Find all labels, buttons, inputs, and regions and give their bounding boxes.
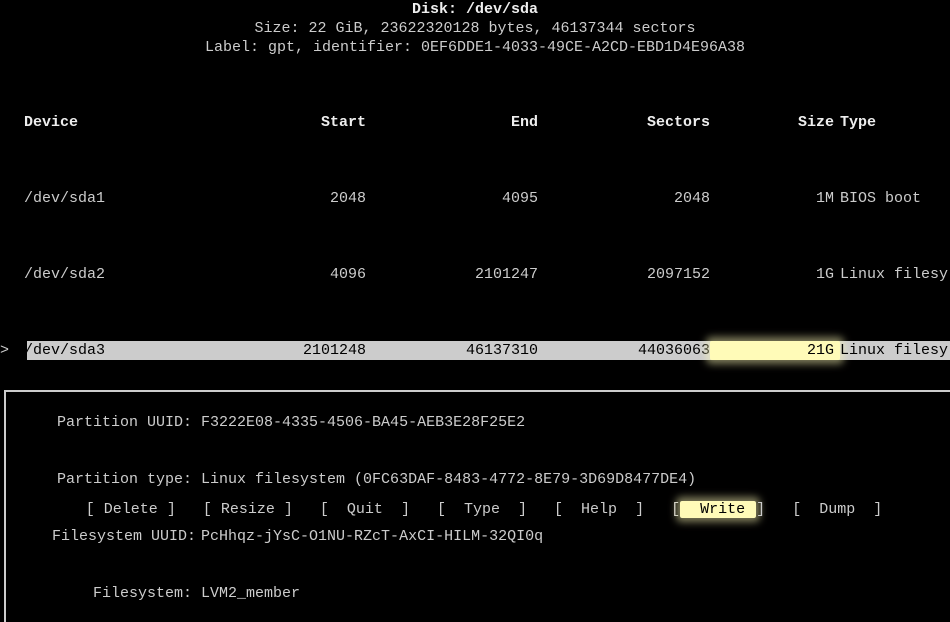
- menu-label: Write: [700, 501, 745, 518]
- table-header-row: Device Start End Sectors Size Type: [0, 113, 950, 132]
- menu-label: Dump: [819, 501, 855, 518]
- cell-size: 21G: [710, 341, 840, 360]
- disk-label-line: Label: gpt, identifier: 0EF6DDE1-4033-49…: [0, 38, 950, 57]
- cell-sectors: 2097152: [538, 265, 710, 284]
- info-label: Partition UUID:: [52, 413, 192, 432]
- menu-label: Resize: [221, 501, 275, 518]
- cell-start: 4096: [144, 265, 366, 284]
- cell-end: 4095: [366, 189, 538, 208]
- info-value: LVM2_member: [201, 585, 300, 602]
- col-sectors: Sectors: [538, 113, 710, 132]
- menu-help[interactable]: [ Help ]: [554, 501, 644, 518]
- info-label: Filesystem:: [52, 584, 192, 603]
- menu-label: Quit: [347, 501, 383, 518]
- cell-start: 2048: [144, 189, 366, 208]
- info-partition-uuid: Partition UUID: F3222E08-4335-4506-BA45-…: [6, 394, 950, 451]
- menu-write[interactable]: [ Write ]: [671, 501, 765, 518]
- col-end: End: [366, 113, 538, 132]
- info-value: F3222E08-4335-4506-BA45-AEB3E28F25E2: [201, 414, 525, 431]
- cell-start: 2101248: [144, 341, 366, 360]
- table-row[interactable]: /dev/sda1 2048 4095 2048 1M BIOS boot: [0, 189, 950, 208]
- cell-device: /dev/sda3: [4, 341, 144, 360]
- col-size: Size: [710, 113, 840, 132]
- disk-title: Disk: /dev/sda: [0, 0, 950, 19]
- menu-label: Delete: [104, 501, 158, 518]
- col-device: Device: [4, 113, 144, 132]
- cell-end: 46137310: [366, 341, 538, 360]
- cell-end: 2101247: [366, 265, 538, 284]
- cell-type: Linux filesy: [840, 265, 950, 284]
- cell-sectors: 44036063: [538, 341, 710, 360]
- action-menu: [ Delete ] [ Resize ] [ Quit ] [ Type ] …: [0, 481, 950, 519]
- partition-table: Device Start End Sectors Size Type /dev/…: [0, 75, 950, 379]
- disk-size-line: Size: 22 GiB, 23622320128 bytes, 4613734…: [0, 19, 950, 38]
- menu-quit[interactable]: [ Quit ]: [320, 501, 410, 518]
- cell-type: Linux filesy: [840, 341, 950, 360]
- info-value: PcHhqz-jYsC-O1NU-RZcT-AxCI-HILM-32QI0q: [201, 528, 543, 545]
- menu-type[interactable]: [ Type ]: [437, 501, 527, 518]
- menu-label: Help: [581, 501, 617, 518]
- menu-resize[interactable]: [ Resize ]: [203, 501, 293, 518]
- cell-size: 1G: [710, 265, 840, 284]
- table-row-selected[interactable]: /dev/sda3 2101248 46137310 44036063 21G …: [0, 341, 950, 360]
- col-start: Start: [144, 113, 366, 132]
- cell-sectors: 2048: [538, 189, 710, 208]
- cell-device: /dev/sda2: [4, 265, 144, 284]
- table-row[interactable]: /dev/sda2 4096 2101247 2097152 1G Linux …: [0, 265, 950, 284]
- info-label: Filesystem UUID:: [52, 527, 192, 546]
- menu-label: Type: [464, 501, 500, 518]
- menu-delete[interactable]: [ Delete ]: [86, 501, 176, 518]
- col-type: Type: [840, 113, 950, 132]
- menu-dump[interactable]: [ Dump ]: [792, 501, 882, 518]
- cell-size: 1M: [710, 189, 840, 208]
- cell-type: BIOS boot: [840, 189, 950, 208]
- cell-device: /dev/sda1: [4, 189, 144, 208]
- info-filesystem: Filesystem: LVM2_member: [6, 565, 950, 622]
